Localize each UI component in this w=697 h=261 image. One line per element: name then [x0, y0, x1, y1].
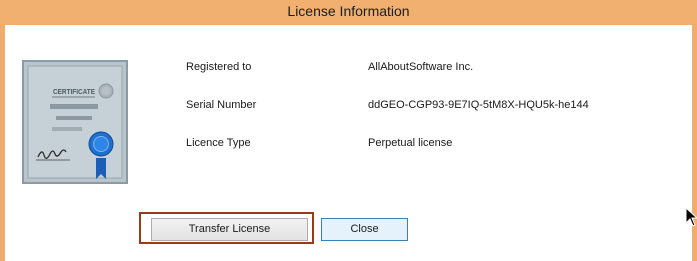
- transfer-license-button[interactable]: Transfer License: [151, 218, 308, 241]
- licence-type-label: Licence Type: [186, 137, 251, 149]
- certificate-icon: CERTIFICATE: [22, 60, 128, 184]
- registered-to-label: Registered to: [186, 61, 252, 73]
- close-button[interactable]: Close: [321, 218, 408, 241]
- window-title: License Information: [0, 0, 697, 24]
- certificate-badge-text: CERTIFICATE: [53, 87, 95, 96]
- mouse-pointer-icon: [685, 207, 697, 227]
- license-information-dialog: License Information CERTIFICATE Register…: [0, 0, 697, 261]
- registered-to-value: AllAboutSoftware Inc.: [368, 61, 474, 73]
- serial-number-label: Serial Number: [186, 99, 257, 111]
- serial-number-value: ddGEO-CGP93-9E7IQ-5tM8X-HQU5k-he144: [368, 99, 589, 111]
- licence-type-value: Perpetual license: [368, 137, 453, 149]
